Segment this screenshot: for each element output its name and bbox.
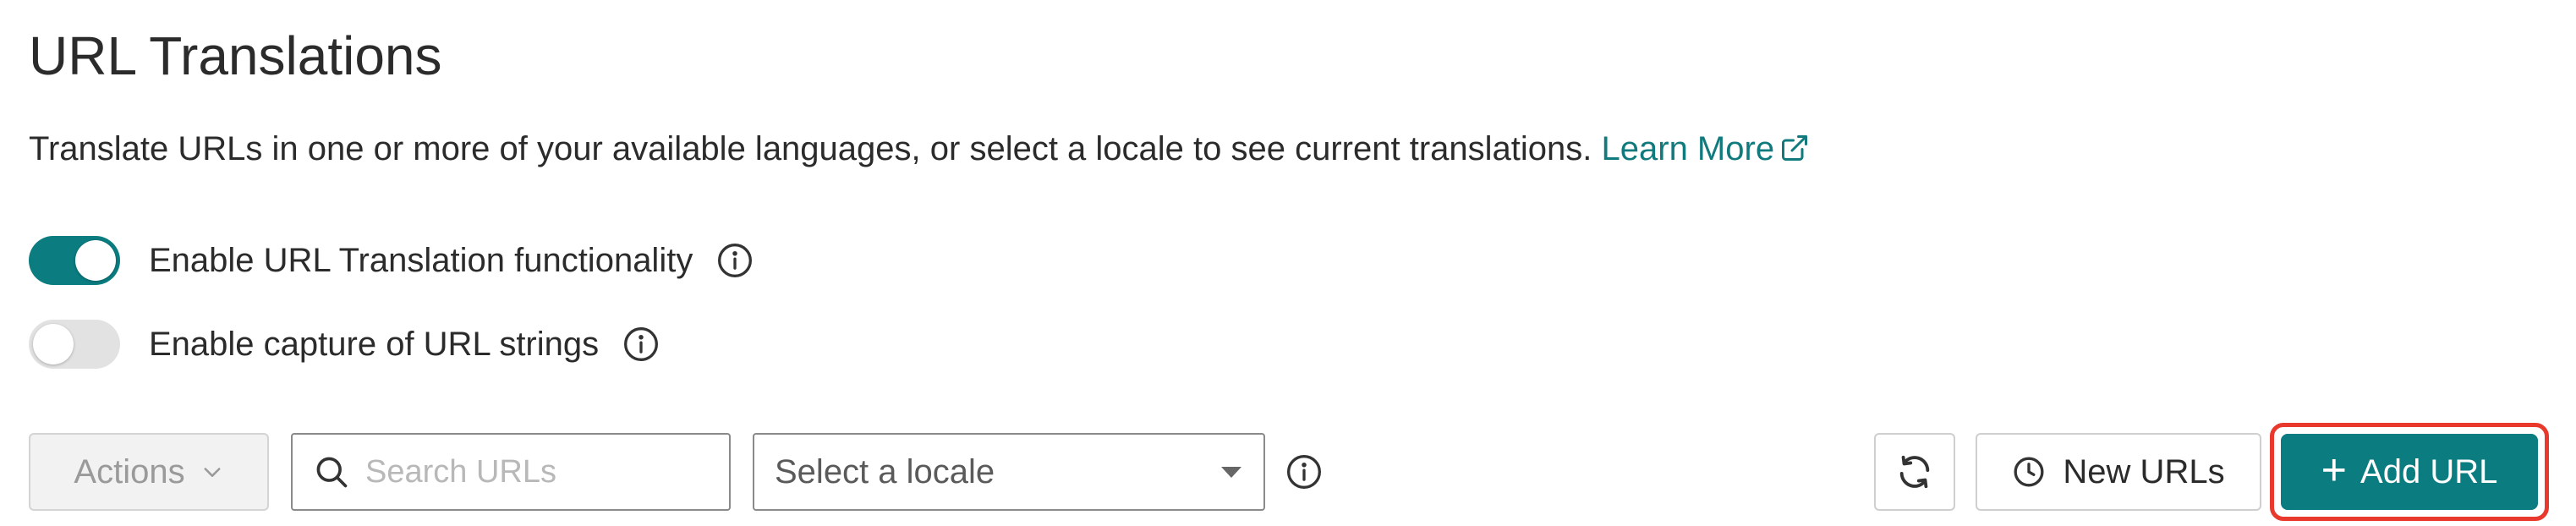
- search-field: [291, 433, 731, 511]
- learn-more-link[interactable]: Learn More: [1602, 130, 1811, 167]
- info-icon[interactable]: [1285, 453, 1323, 490]
- url-translation-toggle[interactable]: [29, 236, 120, 285]
- external-link-icon: [1782, 135, 1808, 161]
- toggle-knob: [75, 240, 116, 281]
- refresh-button[interactable]: [1874, 433, 1955, 511]
- plus-icon: +: [2321, 446, 2348, 495]
- page-title: URL Translations: [29, 25, 442, 86]
- chevron-down-icon: [204, 468, 221, 477]
- clock-icon: [2014, 457, 2044, 487]
- info-icon[interactable]: [716, 242, 754, 279]
- toggle-row-capture-url-strings: Enable capture of URL strings: [29, 320, 660, 369]
- page-description: Translate URLs in one or more of your av…: [29, 125, 1810, 173]
- capture-url-strings-toggle-label: Enable capture of URL strings: [149, 326, 600, 363]
- toggle-row-url-translation: Enable URL Translation functionality: [29, 236, 754, 285]
- search-input[interactable]: [364, 452, 722, 491]
- actions-label: Actions: [74, 452, 185, 490]
- add-url-highlight: + Add URL: [2270, 423, 2549, 521]
- locale-select-placeholder: Select a locale: [775, 452, 995, 490]
- url-translation-toggle-label: Enable URL Translation functionality: [149, 242, 693, 279]
- add-url-label: Add URL: [2360, 452, 2498, 490]
- add-url-button[interactable]: + Add URL: [2281, 434, 2538, 510]
- search-icon: [316, 457, 348, 488]
- actions-dropdown-button[interactable]: Actions: [29, 433, 269, 511]
- capture-url-strings-toggle[interactable]: [29, 320, 120, 369]
- locale-select[interactable]: Select a locale: [753, 433, 1265, 511]
- toggle-knob: [33, 324, 74, 364]
- new-urls-button[interactable]: New URLs: [1976, 433, 2261, 511]
- description-text: Translate URLs in one or more of your av…: [29, 130, 1592, 167]
- url-translations-page: URL Translations Translate URLs in one o…: [0, 0, 2576, 526]
- new-urls-label: New URLs: [2063, 452, 2225, 490]
- caret-down-icon: [1221, 466, 1241, 478]
- url-toolbar: Actions Select a locale New URLs + Add U…: [29, 423, 2549, 521]
- info-icon[interactable]: [622, 326, 660, 363]
- refresh-icon: [1899, 455, 1930, 489]
- learn-more-label: Learn More: [1601, 130, 1775, 167]
